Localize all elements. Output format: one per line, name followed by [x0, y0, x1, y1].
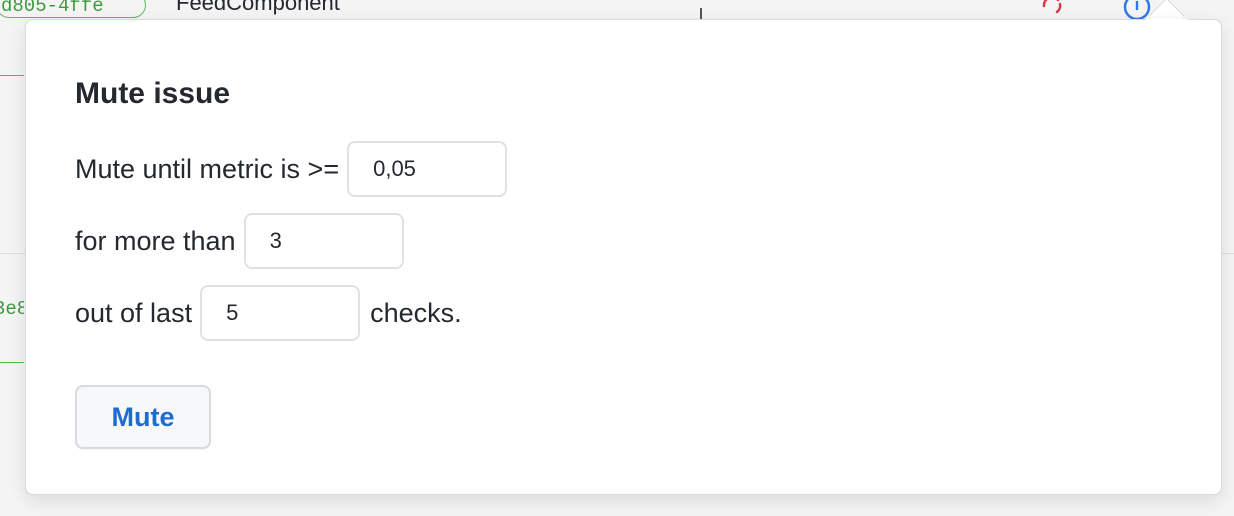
- metric-threshold-input[interactable]: [347, 141, 508, 197]
- out-of-last-input[interactable]: [200, 285, 361, 341]
- mute-issue-popover: Mute issue Mute until metric is >= for m…: [25, 19, 1222, 495]
- out-of-last-row: out of last checks.: [75, 285, 462, 341]
- popover-arrow-joint: [1146, 19, 1188, 29]
- checks-label: checks.: [370, 298, 462, 328]
- for-more-than-label: for more than: [75, 226, 236, 256]
- tag-underline: [0, 75, 24, 76]
- for-more-than-row: for more than: [75, 213, 412, 269]
- metric-threshold-label: Mute until metric is >=: [75, 154, 340, 184]
- mute-button[interactable]: Mute: [75, 385, 211, 449]
- popover-title: Mute issue: [75, 77, 231, 110]
- for-more-than-input[interactable]: [243, 213, 404, 269]
- commit-tag[interactable]: 3e8: [0, 296, 24, 322]
- metric-threshold-row: Mute until metric is >=: [75, 141, 515, 197]
- tag-underline: [0, 362, 24, 363]
- broken-link-icon[interactable]: [1040, 0, 1066, 18]
- commit-tag[interactable]: d805-4ffe: [0, 0, 146, 18]
- out-of-last-label: out of last: [75, 298, 193, 328]
- component-name: FeedComponent: [176, 0, 340, 15]
